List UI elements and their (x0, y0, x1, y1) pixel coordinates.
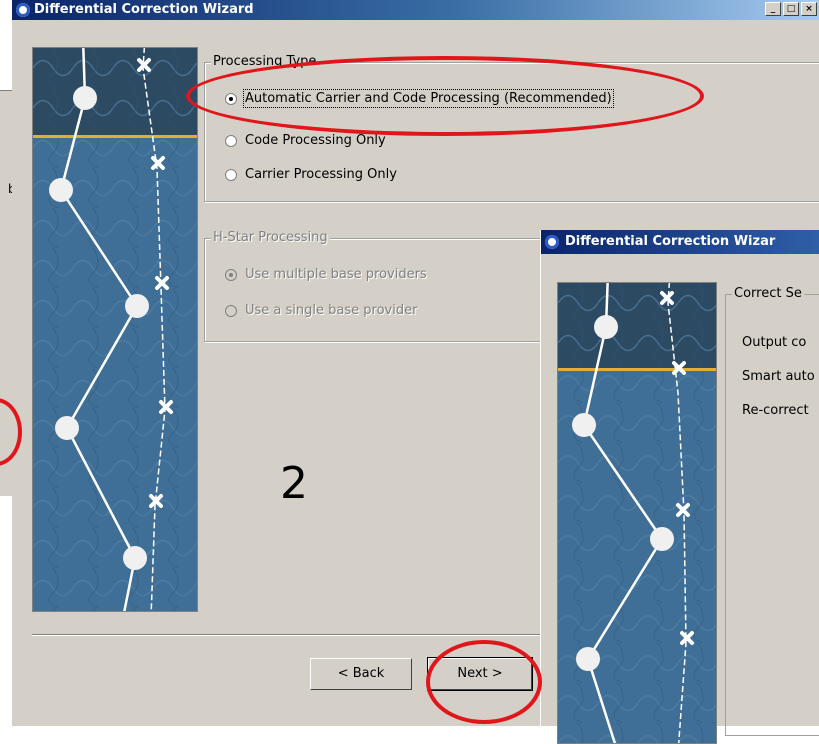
overlay-window-title: Differential Correction Wizar (565, 234, 776, 249)
app-icon (16, 3, 30, 17)
radio-label-code-only[interactable]: Code Processing Only (245, 133, 386, 148)
recorrect-setting-label: Re-correct (742, 403, 809, 418)
step-number-annotation: 2 (280, 458, 308, 509)
radio-button-icon[interactable] (225, 268, 237, 281)
radio-button-icon[interactable] (225, 304, 237, 317)
maximize-button[interactable]: □ (783, 2, 799, 16)
correct-settings-legend: Correct Se (732, 286, 804, 301)
annotation-ellipse-next (426, 640, 542, 724)
app-icon (545, 235, 559, 249)
button-divider (32, 634, 562, 636)
close-button[interactable]: × (801, 2, 817, 16)
radio-carrier-only[interactable]: Carrier Processing Only (225, 167, 397, 182)
correct-settings-group: Correct Se Output co Smart auto Re-corre… (725, 286, 819, 736)
wizard-side-image (32, 47, 198, 612)
overlay-title-bar[interactable]: Differential Correction Wizar (541, 230, 819, 254)
minimize-button[interactable]: _ (765, 2, 781, 16)
overlay-wizard-side-image (557, 282, 717, 744)
output-setting-label: Output co (742, 335, 807, 350)
hstar-processing-legend: H-Star Processing (211, 230, 330, 245)
title-bar[interactable]: Differential Correction Wizard _ □ × (12, 0, 819, 20)
radio-label-multiple-base[interactable]: Use multiple base providers (245, 267, 427, 282)
smart-auto-setting-label: Smart auto (742, 369, 815, 384)
gps-path-illustration (33, 48, 197, 611)
window-title: Differential Correction Wizard (34, 2, 254, 17)
hstar-processing-group: H-Star Processing Use multiple base prov… (204, 230, 551, 342)
radio-label-single-base[interactable]: Use a single base provider (245, 303, 417, 318)
gps-path-illustration (558, 283, 716, 743)
radio-button-icon[interactable] (225, 134, 237, 147)
window-controls: _ □ × (765, 2, 817, 16)
overlay-wizard-dialog: Differential Correction Wizar Correct Se… (540, 230, 819, 744)
radio-label-carrier-only[interactable]: Carrier Processing Only (245, 167, 397, 182)
radio-multiple-base-providers[interactable]: Use multiple base providers (225, 267, 427, 282)
radio-button-icon[interactable] (225, 168, 237, 181)
radio-single-base-provider[interactable]: Use a single base provider (225, 303, 417, 318)
back-button[interactable]: < Back (310, 658, 412, 690)
radio-code-only[interactable]: Code Processing Only (225, 133, 386, 148)
annotation-ellipse-processing (186, 56, 704, 136)
